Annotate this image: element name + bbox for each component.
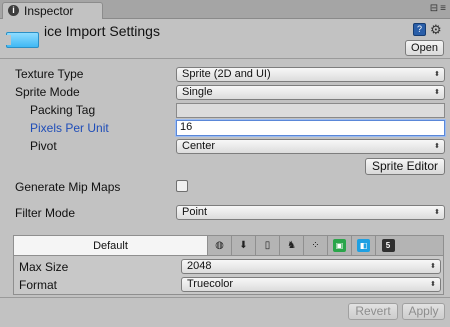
texture-asset-icon	[5, 32, 39, 48]
android-icon: ♞	[287, 240, 296, 251]
pivot-label: Pivot	[30, 139, 57, 153]
generate-mip-maps-checkbox[interactable]	[176, 180, 188, 192]
packing-tag-label: Packing Tag	[30, 103, 96, 117]
footer-divider	[0, 297, 450, 298]
dropdown-arrow-icon: ⬍	[430, 263, 436, 270]
tab-standalone-platform[interactable]: ⬇	[232, 236, 256, 255]
inspector-tab-label: Inspector	[24, 4, 74, 18]
dropdown-arrow-icon: ⬍	[434, 143, 440, 150]
texture-type-label: Texture Type	[15, 67, 84, 81]
open-button[interactable]: Open	[405, 40, 444, 56]
platform-tabs: Default ◍ ⬇ ▯ ♞ ⁘ ▣ ◧ 5	[14, 236, 443, 256]
texture-type-dropdown[interactable]: Sprite (2D and UI) ⬍	[176, 67, 445, 82]
tab-blackberry-platform[interactable]: ⁘	[304, 236, 328, 255]
dropdown-arrow-icon: ⬍	[430, 281, 436, 288]
dropdown-arrow-icon: ⬍	[434, 71, 440, 78]
texture-type-value: Sprite (2D and UI)	[182, 68, 271, 80]
inspector-tabbar: i Inspector ⊟ ≡	[0, 0, 450, 19]
generate-mip-maps-label: Generate Mip Maps	[15, 180, 121, 194]
tab-android-platform[interactable]: ♞	[280, 236, 304, 255]
sprite-mode-dropdown[interactable]: Single ⬍	[176, 85, 445, 100]
pivot-dropdown[interactable]: Center ⬍	[176, 139, 445, 154]
filter-mode-label: Filter Mode	[15, 206, 76, 220]
max-size-value: 2048	[187, 260, 212, 272]
globe-icon: ◍	[215, 240, 224, 251]
tab-ios-platform[interactable]: ▯	[256, 236, 280, 255]
info-icon: i	[8, 5, 19, 16]
packing-tag-input[interactable]	[176, 103, 445, 118]
default-tab-label: Default	[93, 239, 128, 252]
html5-icon: 5	[381, 239, 395, 252]
sprite-editor-button[interactable]: Sprite Editor	[365, 158, 445, 175]
sprite-mode-label: Sprite Mode	[15, 85, 80, 99]
platform-settings-panel: Default ◍ ⬇ ▯ ♞ ⁘ ▣ ◧ 5 Max Size 2048 ⬍ …	[13, 235, 444, 295]
revert-button[interactable]: Revert	[348, 303, 398, 320]
blackberry-icon: ⁘	[311, 240, 320, 251]
tab-web-platform[interactable]: ◍	[208, 236, 232, 255]
sprite-mode-value: Single	[182, 86, 213, 98]
download-icon: ⬇	[239, 240, 248, 251]
tab-html5-platform[interactable]: 5	[376, 236, 400, 255]
asset-header: ice Import Settings ? ⚙ Open	[0, 19, 450, 59]
phone-icon: ▯	[264, 240, 271, 251]
pixels-per-unit-input[interactable]: 16	[176, 120, 445, 136]
filter-mode-value: Point	[182, 206, 208, 218]
page-title: ice Import Settings	[44, 23, 160, 39]
format-dropdown[interactable]: Truecolor ⬍	[181, 277, 441, 292]
windows-phone-icon: ◧	[357, 239, 370, 252]
pixels-per-unit-label: Pixels Per Unit	[30, 121, 109, 135]
tab-menu-icon[interactable]: ⊟ ≡	[430, 3, 446, 14]
format-label: Format	[19, 278, 58, 292]
help-book-icon[interactable]: ?	[413, 23, 426, 36]
tab-windows-store-platform[interactable]: ▣	[328, 236, 352, 255]
pivot-value: Center	[182, 140, 216, 152]
inspector-tab[interactable]: i Inspector	[2, 2, 103, 19]
tab-windows-phone-platform[interactable]: ◧	[352, 236, 376, 255]
tab-default-platform[interactable]: Default	[14, 236, 208, 255]
filter-mode-dropdown[interactable]: Point ⬍	[176, 205, 445, 220]
lock-icon[interactable]: ⊟	[430, 3, 438, 14]
gear-icon[interactable]: ⚙	[430, 22, 442, 38]
max-size-dropdown[interactable]: 2048 ⬍	[181, 259, 441, 274]
context-menu-icon[interactable]: ≡	[440, 3, 446, 14]
windows-store-icon: ▣	[333, 239, 346, 252]
max-size-label: Max Size	[19, 260, 69, 274]
format-value: Truecolor	[187, 278, 234, 290]
apply-button[interactable]: Apply	[402, 303, 445, 320]
dropdown-arrow-icon: ⬍	[434, 89, 440, 96]
dropdown-arrow-icon: ⬍	[434, 209, 440, 216]
